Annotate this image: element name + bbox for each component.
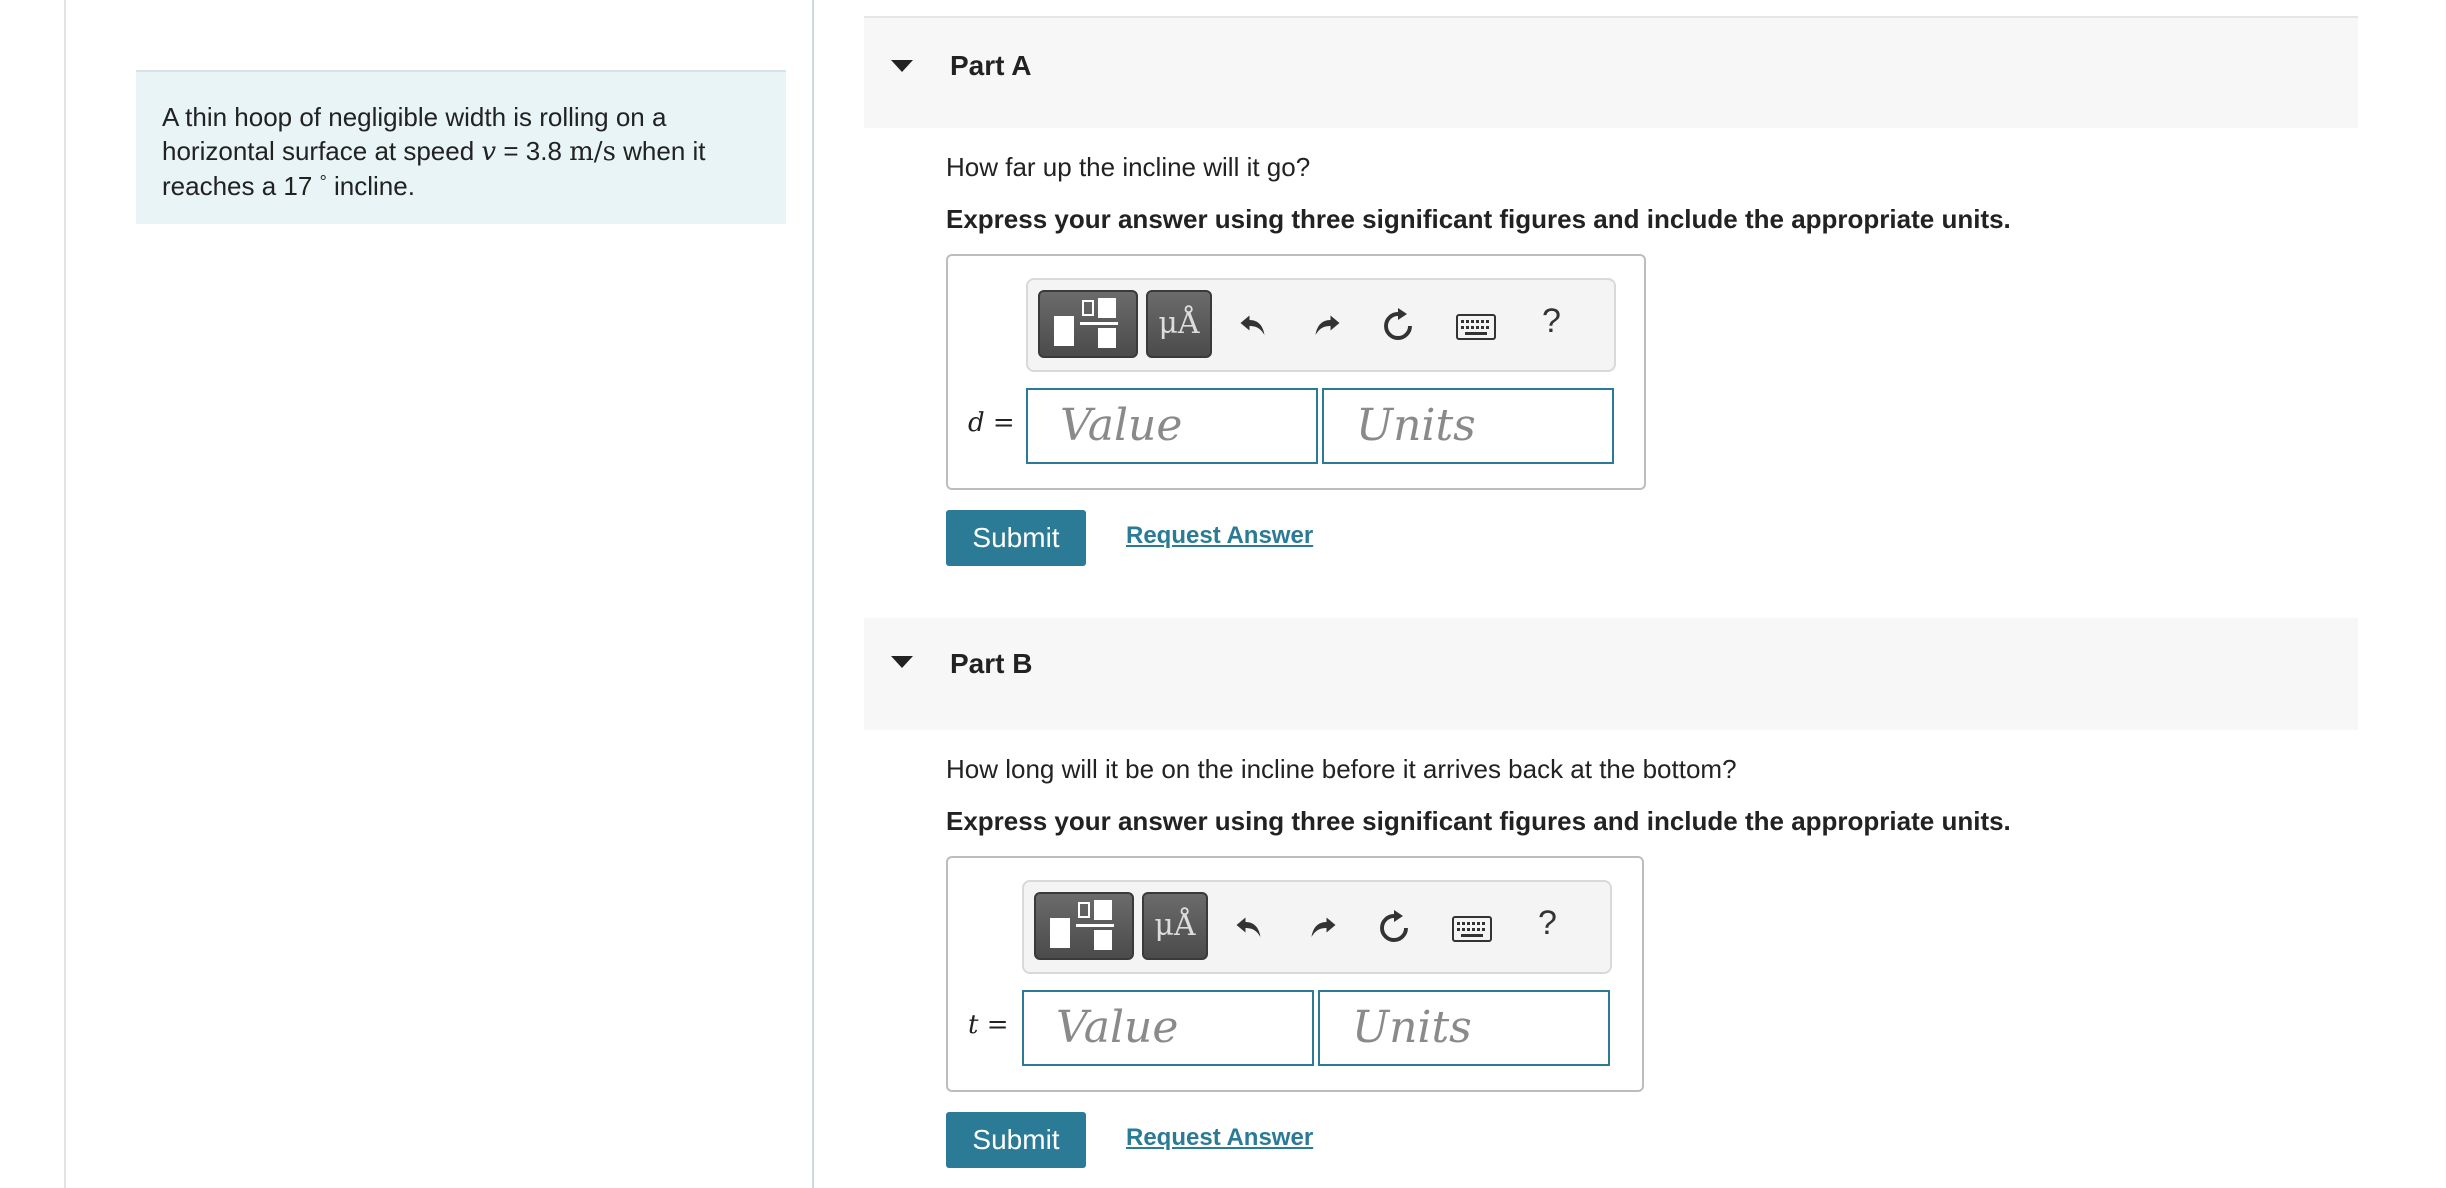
variable-symbol: t <box>968 1010 979 1040</box>
degree-symbol: ° <box>319 172 327 192</box>
part-b-question: How long will it be on the incline befor… <box>946 754 1737 784</box>
templates-button[interactable] <box>1038 290 1138 358</box>
column-divider <box>812 0 814 1188</box>
speed-value: = 3.8 <box>503 136 562 166</box>
reset-icon[interactable] <box>1376 910 1412 946</box>
caret-down-icon[interactable] <box>891 60 913 72</box>
variable-label: t = <box>968 1010 1009 1040</box>
part-a-submit-button[interactable]: Submit <box>946 510 1086 566</box>
part-b-answer-box: μÅ ? t = Value Units <box>946 856 1644 1092</box>
speed-units: m/s <box>569 137 616 167</box>
undo-icon[interactable] <box>1232 910 1268 946</box>
equals-sign: = <box>986 1010 1009 1040</box>
speed-symbol: v <box>481 137 497 167</box>
problem-text-after: incline. <box>326 171 415 201</box>
part-a-instruction: Express your answer using three signific… <box>946 204 2011 234</box>
reset-icon[interactable] <box>1380 308 1416 344</box>
help-icon[interactable]: ? <box>1542 302 1561 341</box>
part-b-instruction: Express your answer using three signific… <box>946 806 2011 836</box>
units-input[interactable]: Units <box>1318 990 1610 1066</box>
math-toolbar: μÅ ? <box>1022 880 1612 974</box>
keyboard-icon[interactable] <box>1452 916 1492 942</box>
variable-label: d = <box>968 408 1015 438</box>
redo-icon[interactable] <box>1304 910 1340 946</box>
part-b-request-answer-link[interactable]: Request Answer <box>1126 1124 1313 1152</box>
caret-down-icon[interactable] <box>891 656 913 668</box>
variable-symbol: d <box>968 408 985 438</box>
part-b-header[interactable]: Part B <box>864 618 2358 730</box>
part-a-request-answer-link[interactable]: Request Answer <box>1126 522 1313 550</box>
help-icon[interactable]: ? <box>1538 904 1557 943</box>
symbols-button[interactable]: μÅ <box>1142 892 1208 960</box>
value-input[interactable]: Value <box>1022 990 1314 1066</box>
part-a-title: Part A <box>950 50 1032 81</box>
value-input[interactable]: Value <box>1026 388 1318 464</box>
part-b-title: Part B <box>950 648 1033 679</box>
keyboard-icon[interactable] <box>1456 314 1496 340</box>
templates-button[interactable] <box>1034 892 1134 960</box>
part-a-answer-box: μÅ ? d = Value Units <box>946 254 1646 490</box>
redo-icon[interactable] <box>1308 308 1344 344</box>
part-b-submit-button[interactable]: Submit <box>946 1112 1086 1168</box>
left-divider <box>64 0 66 1188</box>
equals-sign: = <box>992 408 1015 438</box>
part-a-question: How far up the incline will it go? <box>946 152 1311 182</box>
undo-icon[interactable] <box>1236 308 1272 344</box>
problem-statement: A thin hoop of negligible width is rolli… <box>136 70 786 224</box>
speed-expression: v <box>481 137 496 167</box>
math-toolbar: μÅ ? <box>1026 278 1616 372</box>
symbols-button[interactable]: μÅ <box>1146 290 1212 358</box>
part-a-header[interactable]: Part A <box>864 16 2358 128</box>
units-input[interactable]: Units <box>1322 388 1614 464</box>
